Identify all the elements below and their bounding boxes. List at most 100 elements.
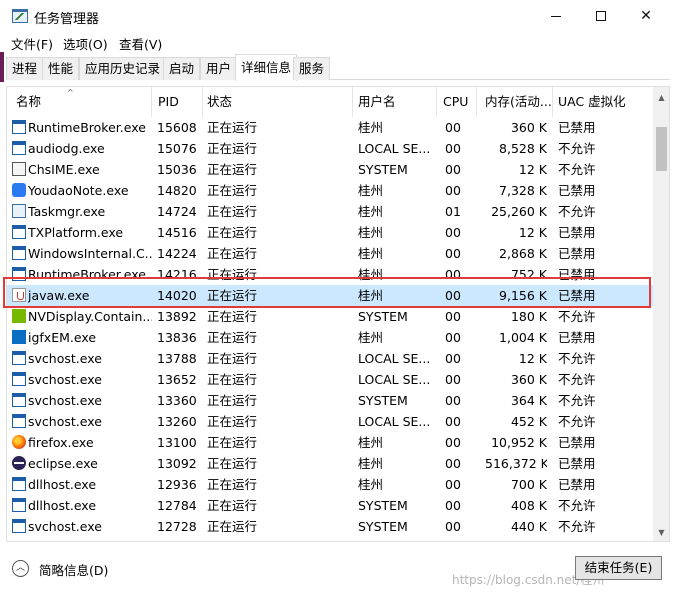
youdao-icon [12, 183, 26, 197]
end-task-button[interactable]: 结束任务(E) [575, 556, 662, 580]
table-row[interactable]: javaw.exe 14020 正在运行 桂州 00 9,156 K 已禁用 [7, 285, 653, 306]
column-name[interactable]: 名称 [7, 87, 152, 117]
window-app-icon [12, 225, 26, 239]
table-row[interactable]: eclipse.exe 13092 正在运行 桂州 00 516,372 K 已禁用 [7, 453, 653, 474]
table-row[interactable]: RuntimeBroker.exe 14216 正在运行 桂州 00 752 K 已禁用 [7, 264, 653, 285]
process-pid: 13788 [157, 351, 197, 366]
close-button[interactable]: ✕ [623, 0, 669, 32]
process-pid: 15608 [157, 120, 197, 135]
column-memory[interactable]: 内存(活动... [477, 87, 553, 117]
process-cpu: 00 [445, 351, 461, 366]
column-uac[interactable]: UAC 虚拟化 [553, 87, 653, 117]
scroll-up-icon[interactable]: ▲ [653, 89, 669, 106]
table-row[interactable]: dllhost.exe 12936 正在运行 桂州 00 700 K 已禁用 [7, 474, 653, 495]
details-grid: 名称 ^ PID 状态 用户名 CPU 内存(活动... UAC 虚拟化 Run… [6, 86, 670, 542]
window-app-icon [12, 498, 26, 512]
table-row[interactable]: igfxEM.exe 13836 正在运行 桂州 00 1,004 K 已禁用 [7, 327, 653, 348]
process-uac: 已禁用 [558, 330, 596, 345]
tab-processes[interactable]: 进程 [6, 57, 44, 80]
process-uac: 不允许 [558, 519, 596, 534]
process-user: 桂州 [358, 225, 384, 240]
table-row[interactable]: svchost.exe 13788 正在运行 LOCAL SE... 00 12 K 不允许 [7, 348, 653, 369]
process-cpu: 00 [445, 141, 461, 156]
table-row[interactable]: WindowsInternal.C... 14224 正在运行 桂州 00 2,868 K… [7, 243, 653, 264]
process-uac: 已禁用 [558, 288, 596, 303]
column-cpu[interactable]: CPU [437, 87, 477, 117]
process-name: javaw.exe [28, 288, 90, 303]
table-row[interactable]: dllhost.exe 12784 正在运行 SYSTEM 00 408 K 不允许 [7, 495, 653, 516]
column-status[interactable]: 状态 [203, 87, 353, 117]
menu-view[interactable]: 查看(V) [119, 34, 162, 53]
window-title: 任务管理器 [34, 12, 100, 27]
process-name: NVDisplay.Contain... [28, 309, 152, 324]
tab-details[interactable]: 详细信息 [235, 54, 298, 81]
intel-icon [12, 330, 26, 344]
process-cpu: 00 [445, 309, 461, 324]
window-app-icon [12, 393, 26, 407]
tab-bar: 进程 性能 应用历史记录 启动 用户 详细信息 服务 [6, 54, 670, 81]
process-user: SYSTEM [358, 309, 408, 324]
process-status: 正在运行 [207, 435, 258, 450]
process-cpu: 00 [445, 519, 461, 534]
maximize-button[interactable] [578, 0, 624, 32]
taskmgr-icon [12, 204, 26, 218]
table-row[interactable]: svchost.exe 12728 正在运行 SYSTEM 00 440 K 不允许 [7, 516, 653, 537]
table-row[interactable]: firefox.exe 13100 正在运行 桂州 00 10,952 K 已禁用 [7, 432, 653, 453]
process-name: svchost.exe [28, 414, 102, 429]
process-pid: 14020 [157, 288, 197, 303]
tab-performance[interactable]: 性能 [42, 57, 80, 80]
process-memory: 360 K [510, 120, 547, 135]
tab-users[interactable]: 用户 [200, 57, 238, 80]
process-status: 正在运行 [207, 477, 258, 492]
process-memory: 12 K [518, 351, 547, 366]
process-cpu: 00 [445, 456, 461, 471]
column-user[interactable]: 用户名 [353, 87, 437, 117]
table-row[interactable]: TXPlatform.exe 14516 正在运行 桂州 00 12 K 已禁用 [7, 222, 653, 243]
process-pid: 13260 [157, 414, 197, 429]
process-name: audiodg.exe [28, 141, 105, 156]
process-status: 正在运行 [207, 267, 258, 282]
process-pid: 14724 [157, 204, 197, 219]
process-user: 桂州 [358, 120, 384, 135]
fewer-details-link[interactable]: 简略信息(D) [39, 560, 108, 579]
table-row[interactable]: RuntimeBroker.exe 15608 正在运行 桂州 00 360 K 已禁用 [7, 117, 653, 138]
process-user: SYSTEM [358, 498, 408, 513]
table-row[interactable]: ChsIME.exe 15036 正在运行 SYSTEM 00 12 K 不允许 [7, 159, 653, 180]
table-row[interactable]: svchost.exe 13652 正在运行 LOCAL SE... 00 360 K 不允… [7, 369, 653, 390]
process-status: 正在运行 [207, 141, 258, 156]
process-user: LOCAL SE... [358, 351, 431, 366]
column-pid[interactable]: PID [152, 87, 203, 117]
process-name: TXPlatform.exe [28, 225, 124, 240]
scroll-down-icon[interactable]: ▼ [653, 524, 669, 541]
process-status: 正在运行 [207, 372, 258, 387]
process-name: svchost.exe [28, 519, 102, 534]
table-row[interactable]: audiodg.exe 15076 正在运行 LOCAL SE... 00 8,528 K… [7, 138, 653, 159]
scroll-thumb[interactable] [656, 127, 667, 171]
menu-options[interactable]: 选项(O) [63, 34, 108, 53]
firefox-icon [12, 435, 26, 449]
process-status: 正在运行 [207, 519, 258, 534]
table-row[interactable]: Taskmgr.exe 14724 正在运行 桂州 01 25,260 K 不允许 [7, 201, 653, 222]
process-memory: 2,868 K [499, 246, 547, 261]
collapse-chevron-icon[interactable]: ︿ [12, 560, 29, 577]
table-row[interactable]: YoudaoNote.exe 14820 正在运行 桂州 00 7,328 K 已禁用 [7, 180, 653, 201]
process-name: firefox.exe [28, 435, 94, 450]
tab-startup[interactable]: 启动 [163, 57, 201, 80]
table-row[interactable]: svchost.exe 13360 正在运行 SYSTEM 00 364 K 不允许 [7, 390, 653, 411]
nvidia-icon [12, 309, 26, 323]
vertical-scrollbar[interactable]: ▲ ▼ [653, 87, 669, 541]
table-row[interactable]: svchost.exe 13260 正在运行 LOCAL SE... 00 452 K 不允… [7, 411, 653, 432]
table-row[interactable]: NVDisplay.Contain... 13892 正在运行 SYSTEM 00 180… [7, 306, 653, 327]
process-memory: 12 K [518, 225, 547, 240]
tab-app-history[interactable]: 应用历史记录 [79, 57, 167, 80]
process-uac: 不允许 [558, 393, 596, 408]
window-app-icon [12, 246, 26, 260]
process-status: 正在运行 [207, 288, 258, 303]
process-cpu: 00 [445, 372, 461, 387]
window-app-icon [12, 120, 26, 134]
menu-file[interactable]: 文件(F) [11, 34, 53, 53]
process-cpu: 00 [445, 288, 461, 303]
process-status: 正在运行 [207, 162, 258, 177]
minimize-button[interactable] [533, 0, 579, 32]
tab-services[interactable]: 服务 [293, 57, 331, 80]
